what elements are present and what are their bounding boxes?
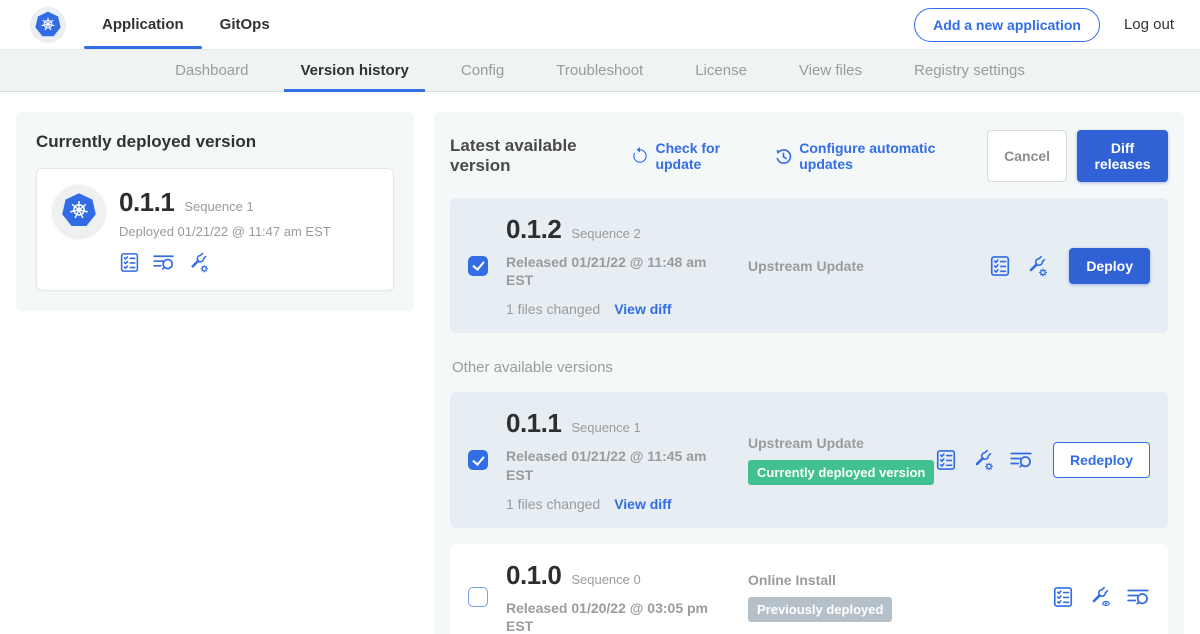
refresh-icon (631, 147, 649, 165)
kubernetes-logo (30, 7, 66, 43)
deployed-sequence-label: Sequence 1 (184, 199, 253, 214)
version-number: 0.1.0 (506, 560, 561, 591)
top-navigation: Application GitOps Add a new application… (0, 0, 1200, 50)
currently-deployed-title: Currently deployed version (36, 132, 394, 152)
tab-gitops[interactable]: GitOps (202, 0, 288, 49)
previously-deployed-badge: Previously deployed (748, 597, 892, 622)
check-for-update-link[interactable]: Check for update (631, 140, 752, 172)
tab-registry-settings[interactable]: Registry settings (888, 50, 1051, 91)
deploy-button[interactable]: Deploy (1069, 248, 1150, 284)
main-content: Currently deployed version (0, 92, 1200, 634)
version-info: 0.1.0 Sequence 0 Released 01/20/22 @ 03:… (506, 560, 714, 634)
troubleshoot-wrench-gear-icon[interactable] (971, 448, 995, 472)
config-checklist-icon[interactable] (119, 252, 140, 273)
available-versions-panel: Latest available version Check for updat… (434, 112, 1184, 634)
tab-dashboard[interactable]: Dashboard (149, 50, 274, 91)
redeploy-button[interactable]: Redeploy (1053, 442, 1150, 478)
source-label: Upstream Update (748, 435, 935, 451)
release-notes-icon[interactable] (1126, 585, 1150, 609)
tab-application[interactable]: Application (84, 0, 202, 49)
version-info: 0.1.2 Sequence 2 Released 01/21/22 @ 11:… (506, 214, 714, 317)
version-info: 0.1.1 Sequence 1 Released 01/21/22 @ 11:… (506, 408, 714, 511)
deployed-timestamp: Deployed 01/21/22 @ 11:47 am EST (119, 224, 331, 239)
deployed-version-number: 0.1.1 (119, 187, 174, 218)
configure-automatic-updates-link[interactable]: Configure automatic updates (774, 140, 965, 172)
released-timestamp: Released 01/21/22 @ 11:48 am EST (506, 253, 714, 289)
kubernetes-logo (53, 185, 105, 237)
version-select-checkbox[interactable] (468, 450, 488, 470)
topnav-right: Add a new application Log out (914, 0, 1200, 49)
release-notes-icon[interactable] (152, 251, 175, 274)
released-timestamp: Released 01/21/22 @ 11:45 am EST (506, 447, 714, 483)
source-label: Upstream Update (748, 258, 989, 274)
view-diff-link[interactable]: View diff (614, 301, 671, 317)
version-card-0-1-1: 0.1.1 Sequence 1 Released 01/21/22 @ 11:… (450, 392, 1168, 527)
tab-view-files[interactable]: View files (773, 50, 888, 91)
currently-deployed-panel: Currently deployed version (16, 112, 414, 311)
app-brand (30, 0, 66, 49)
version-select-checkbox[interactable] (468, 587, 488, 607)
tab-troubleshoot[interactable]: Troubleshoot (530, 50, 669, 91)
logout-link[interactable]: Log out (1124, 16, 1174, 33)
sequence-label: Sequence 1 (571, 420, 640, 435)
configure-automatic-updates-label: Configure automatic updates (799, 140, 965, 172)
app-sub-navigation: Dashboard Version history Config Trouble… (0, 50, 1200, 92)
troubleshoot-wrench-eye-icon[interactable] (1088, 585, 1112, 609)
other-available-versions-label: Other available versions (452, 359, 1168, 376)
config-checklist-icon[interactable] (935, 449, 957, 471)
version-select-checkbox[interactable] (468, 256, 488, 276)
troubleshoot-wrench-gear-icon[interactable] (1025, 254, 1049, 278)
version-source: Upstream Update Currently deployed versi… (714, 435, 935, 485)
topnav-tabs: Application GitOps (84, 0, 288, 49)
tab-version-history[interactable]: Version history (274, 50, 434, 91)
view-diff-link[interactable]: View diff (614, 496, 671, 512)
currently-deployed-badge: Currently deployed version (748, 460, 934, 485)
sequence-label: Sequence 2 (571, 226, 640, 241)
cancel-button[interactable]: Cancel (987, 130, 1067, 182)
config-checklist-icon[interactable] (1052, 586, 1074, 608)
sequence-label: Sequence 0 (571, 572, 640, 587)
release-notes-icon[interactable] (1009, 448, 1033, 472)
clock-refresh-icon (774, 147, 793, 166)
deployed-version-card: 0.1.1 Sequence 1 Deployed 01/21/22 @ 11:… (36, 168, 394, 291)
troubleshoot-wrench-gear-icon[interactable] (187, 251, 210, 274)
diff-releases-button[interactable]: Diff releases (1077, 130, 1168, 182)
version-source: Online Install Previously deployed (714, 572, 1052, 622)
released-timestamp: Released 01/20/22 @ 03:05 pm EST (506, 599, 714, 634)
version-source: Upstream Update (714, 258, 989, 274)
version-number: 0.1.2 (506, 214, 561, 245)
version-number: 0.1.1 (506, 408, 561, 439)
version-card-0-1-2: 0.1.2 Sequence 2 Released 01/21/22 @ 11:… (450, 198, 1168, 333)
source-label: Online Install (748, 572, 1052, 588)
add-new-application-button[interactable]: Add a new application (914, 8, 1100, 42)
files-changed-label: 1 files changed (506, 496, 600, 512)
latest-available-title: Latest available version (450, 136, 617, 176)
versions-panel-header: Latest available version Check for updat… (450, 130, 1168, 182)
tab-license[interactable]: License (669, 50, 773, 91)
tab-config[interactable]: Config (435, 50, 530, 91)
version-card-0-1-0: 0.1.0 Sequence 0 Released 01/20/22 @ 03:… (450, 544, 1168, 634)
deployed-version-info: 0.1.1 Sequence 1 Deployed 01/21/22 @ 11:… (119, 185, 331, 274)
check-for-update-label: Check for update (655, 140, 752, 172)
config-checklist-icon[interactable] (989, 255, 1011, 277)
files-changed-label: 1 files changed (506, 301, 600, 317)
